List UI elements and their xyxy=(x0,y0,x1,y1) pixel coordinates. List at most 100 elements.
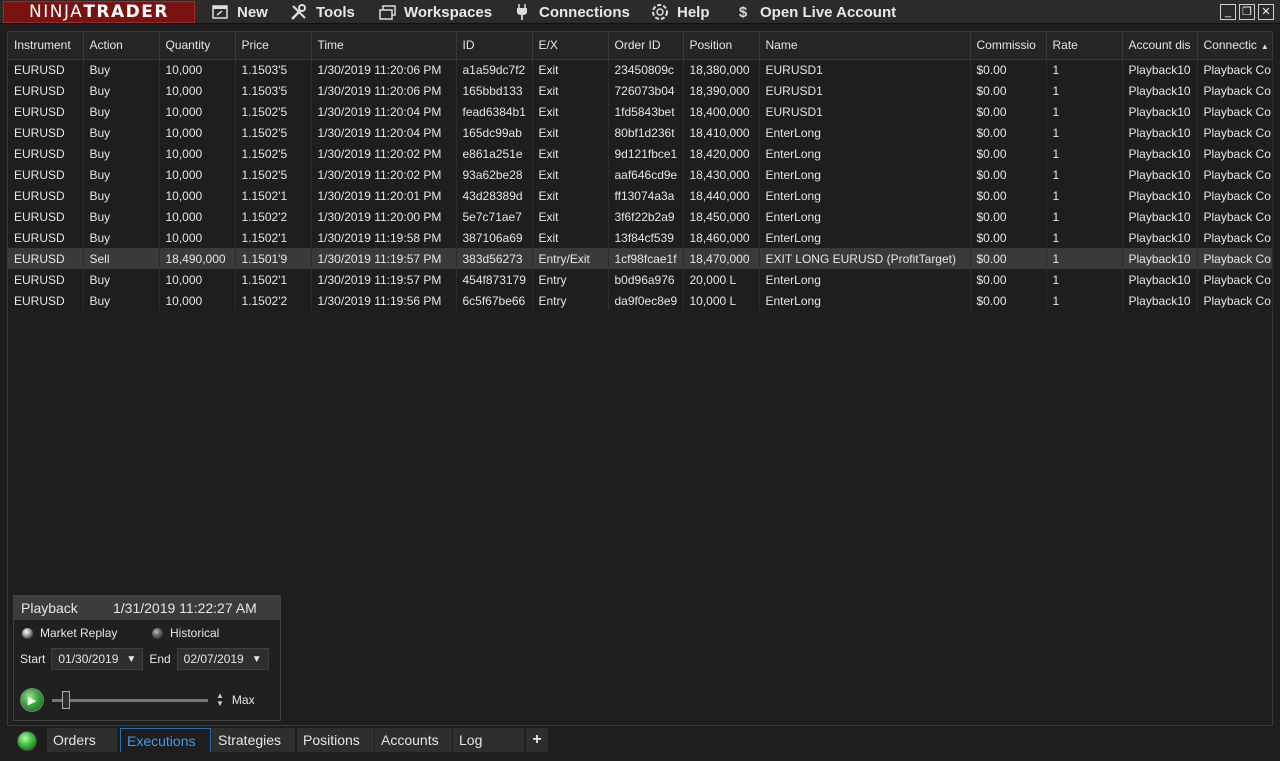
table-cell: Exit xyxy=(532,227,609,248)
add-tab-button[interactable]: + xyxy=(526,728,548,752)
table-row[interactable]: EURUSD Buy 10,000 1.1502'1 1/30/2019 11:20:0… xyxy=(8,185,1273,206)
logo-text-trader: TRADER xyxy=(83,2,169,22)
table-cell: 18,430,000 xyxy=(683,164,760,185)
table-cell: $0.00 xyxy=(970,290,1047,311)
table-cell: $0.00 xyxy=(970,248,1047,269)
menu-connections[interactable]: Connections xyxy=(513,2,630,22)
close-icon[interactable]: ✕ xyxy=(1258,4,1274,20)
tab-executions[interactable]: Executions xyxy=(120,728,211,752)
column-header[interactable]: E/X xyxy=(532,32,609,60)
table-row[interactable]: EURUSD Buy 10,000 1.1503'5 1/30/2019 11:20:0… xyxy=(8,59,1273,80)
column-header[interactable]: Order ID xyxy=(608,32,684,60)
table-cell: 1.1502'2 xyxy=(235,206,312,227)
table-cell: 1 xyxy=(1046,143,1123,164)
table-cell: 1 xyxy=(1046,185,1123,206)
table-row[interactable]: EURUSD Buy 10,000 1.1502'5 1/30/2019 11:20:0… xyxy=(8,143,1273,164)
table-cell: 1.1503'5 xyxy=(235,59,312,80)
table-cell: EURUSD xyxy=(8,185,84,206)
tab-strategies-label: Strategies xyxy=(218,732,282,748)
tab-orders[interactable]: Orders xyxy=(47,728,117,752)
historical-radio[interactable] xyxy=(152,627,163,639)
table-row[interactable]: EURUSD Buy 10,000 1.1502'1 1/30/2019 11:19:5… xyxy=(8,227,1273,248)
table-row[interactable]: EURUSD Buy 10,000 1.1502'5 1/30/2019 11:20:0… xyxy=(8,164,1273,185)
table-row[interactable]: EURUSD Buy 10,000 1.1502'2 1/30/2019 11:19:5… xyxy=(8,290,1273,311)
market-replay-label: Market Replay xyxy=(40,626,118,640)
table-cell: 1/30/2019 11:19:57 PM xyxy=(311,269,457,290)
table-cell: EURUSD xyxy=(8,227,84,248)
table-cell: 20,000 L xyxy=(683,269,760,290)
tab-accounts[interactable]: Accounts xyxy=(375,728,452,752)
menu-open-live-account[interactable]: $ Open Live Account xyxy=(734,2,896,22)
table-cell: Buy xyxy=(83,101,160,122)
column-header[interactable]: Time xyxy=(311,32,457,60)
table-cell: Playback Co xyxy=(1197,185,1273,206)
table-cell: 80bf1d236t xyxy=(608,122,684,143)
table-cell: 1/30/2019 11:20:06 PM xyxy=(311,59,457,80)
column-header-label: Commissio xyxy=(976,38,1036,53)
table-cell: 387106a69 xyxy=(456,227,533,248)
table-row[interactable]: EURUSD Buy 10,000 1.1502'1 1/30/2019 11:19:5… xyxy=(8,269,1273,290)
spin-down-icon[interactable]: ▼ xyxy=(216,700,224,708)
tab-log[interactable]: Log xyxy=(453,728,524,752)
speed-slider-thumb[interactable] xyxy=(62,690,70,709)
table-cell: Exit xyxy=(532,164,609,185)
table-cell: ff13074a3a xyxy=(608,185,684,206)
table-cell: 1.1502'5 xyxy=(235,143,312,164)
table-row[interactable]: EURUSD Buy 10,000 1.1503'5 1/30/2019 11:20:0… xyxy=(8,80,1273,101)
historical-option[interactable]: Historical xyxy=(152,626,219,640)
table-cell: 10,000 xyxy=(159,206,236,227)
tab-log-label: Log xyxy=(459,732,483,748)
table-cell: 10,000 xyxy=(159,185,236,206)
table-row[interactable]: EURUSD Buy 10,000 1.1502'5 1/30/2019 11:20:0… xyxy=(8,122,1273,143)
column-header[interactable]: Commissio xyxy=(970,32,1047,60)
playback-speed-row: ▶ ▲ ▼ Max xyxy=(20,688,255,712)
table-cell: Buy xyxy=(83,80,160,101)
column-header-label: ID xyxy=(462,38,475,53)
table-cell: 18,410,000 xyxy=(683,122,760,143)
table-cell: $0.00 xyxy=(970,101,1047,122)
column-header[interactable]: Price xyxy=(235,32,312,60)
column-header[interactable]: Connectic ▲ xyxy=(1197,32,1273,60)
market-replay-option[interactable]: Market Replay xyxy=(22,626,117,640)
column-header[interactable]: Position xyxy=(683,32,760,60)
table-cell: EnterLong xyxy=(759,122,971,143)
table-cell: Exit xyxy=(532,185,609,206)
table-cell: 5e7c71ae7 xyxy=(456,206,533,227)
table-row[interactable]: EURUSD Sell 18,490,000 1.1501'9 1/30/2019 11… xyxy=(8,248,1273,269)
menu-help[interactable]: Help xyxy=(651,2,710,22)
tab-positions[interactable]: Positions xyxy=(297,728,374,752)
column-header[interactable]: Quantity xyxy=(159,32,236,60)
table-row[interactable]: EURUSD Buy 10,000 1.1502'5 1/30/2019 11:20:0… xyxy=(8,101,1273,122)
start-date-select[interactable]: 01/30/2019 ▼ xyxy=(51,648,144,670)
column-header-label: Quantity xyxy=(165,38,211,53)
column-header-label: Position xyxy=(689,38,733,53)
table-cell: 1 xyxy=(1046,59,1123,80)
column-header[interactable]: Instrument xyxy=(8,32,84,60)
table-cell: Sell xyxy=(83,248,160,269)
minimize-icon[interactable]: _ xyxy=(1220,4,1236,20)
end-date-select[interactable]: 02/07/2019 ▼ xyxy=(176,648,269,670)
column-header[interactable]: Action xyxy=(83,32,160,60)
table-cell: $0.00 xyxy=(970,143,1047,164)
tab-strategies[interactable]: Strategies xyxy=(212,728,295,752)
market-replay-radio[interactable] xyxy=(22,627,33,639)
speed-slider-track[interactable] xyxy=(52,690,208,709)
table-cell: 1/30/2019 11:20:02 PM xyxy=(311,164,457,185)
column-header[interactable]: Account dis xyxy=(1122,32,1198,60)
menu-tools[interactable]: Tools xyxy=(290,2,355,22)
column-header[interactable]: ID xyxy=(456,32,533,60)
menu-workspaces[interactable]: Workspaces xyxy=(378,2,492,22)
play-button[interactable]: ▶ xyxy=(20,688,44,712)
table-cell: Playback Co xyxy=(1197,80,1273,101)
table-row[interactable]: EURUSD Buy 10,000 1.1502'2 1/30/2019 11:20:0… xyxy=(8,206,1273,227)
table-cell: 93a62be28 xyxy=(456,164,533,185)
table-cell: a1a59dc7f2 xyxy=(456,59,533,80)
column-header[interactable]: Rate xyxy=(1046,32,1123,60)
menu-new[interactable]: New xyxy=(211,2,268,22)
table-cell: Playback Co xyxy=(1197,206,1273,227)
table-cell: $0.00 xyxy=(970,206,1047,227)
speed-spinner[interactable]: ▲ ▼ xyxy=(216,692,224,708)
restore-icon[interactable]: ❐ xyxy=(1239,4,1255,20)
column-header[interactable]: Name xyxy=(759,32,971,60)
menu-help-label: Help xyxy=(677,3,710,21)
